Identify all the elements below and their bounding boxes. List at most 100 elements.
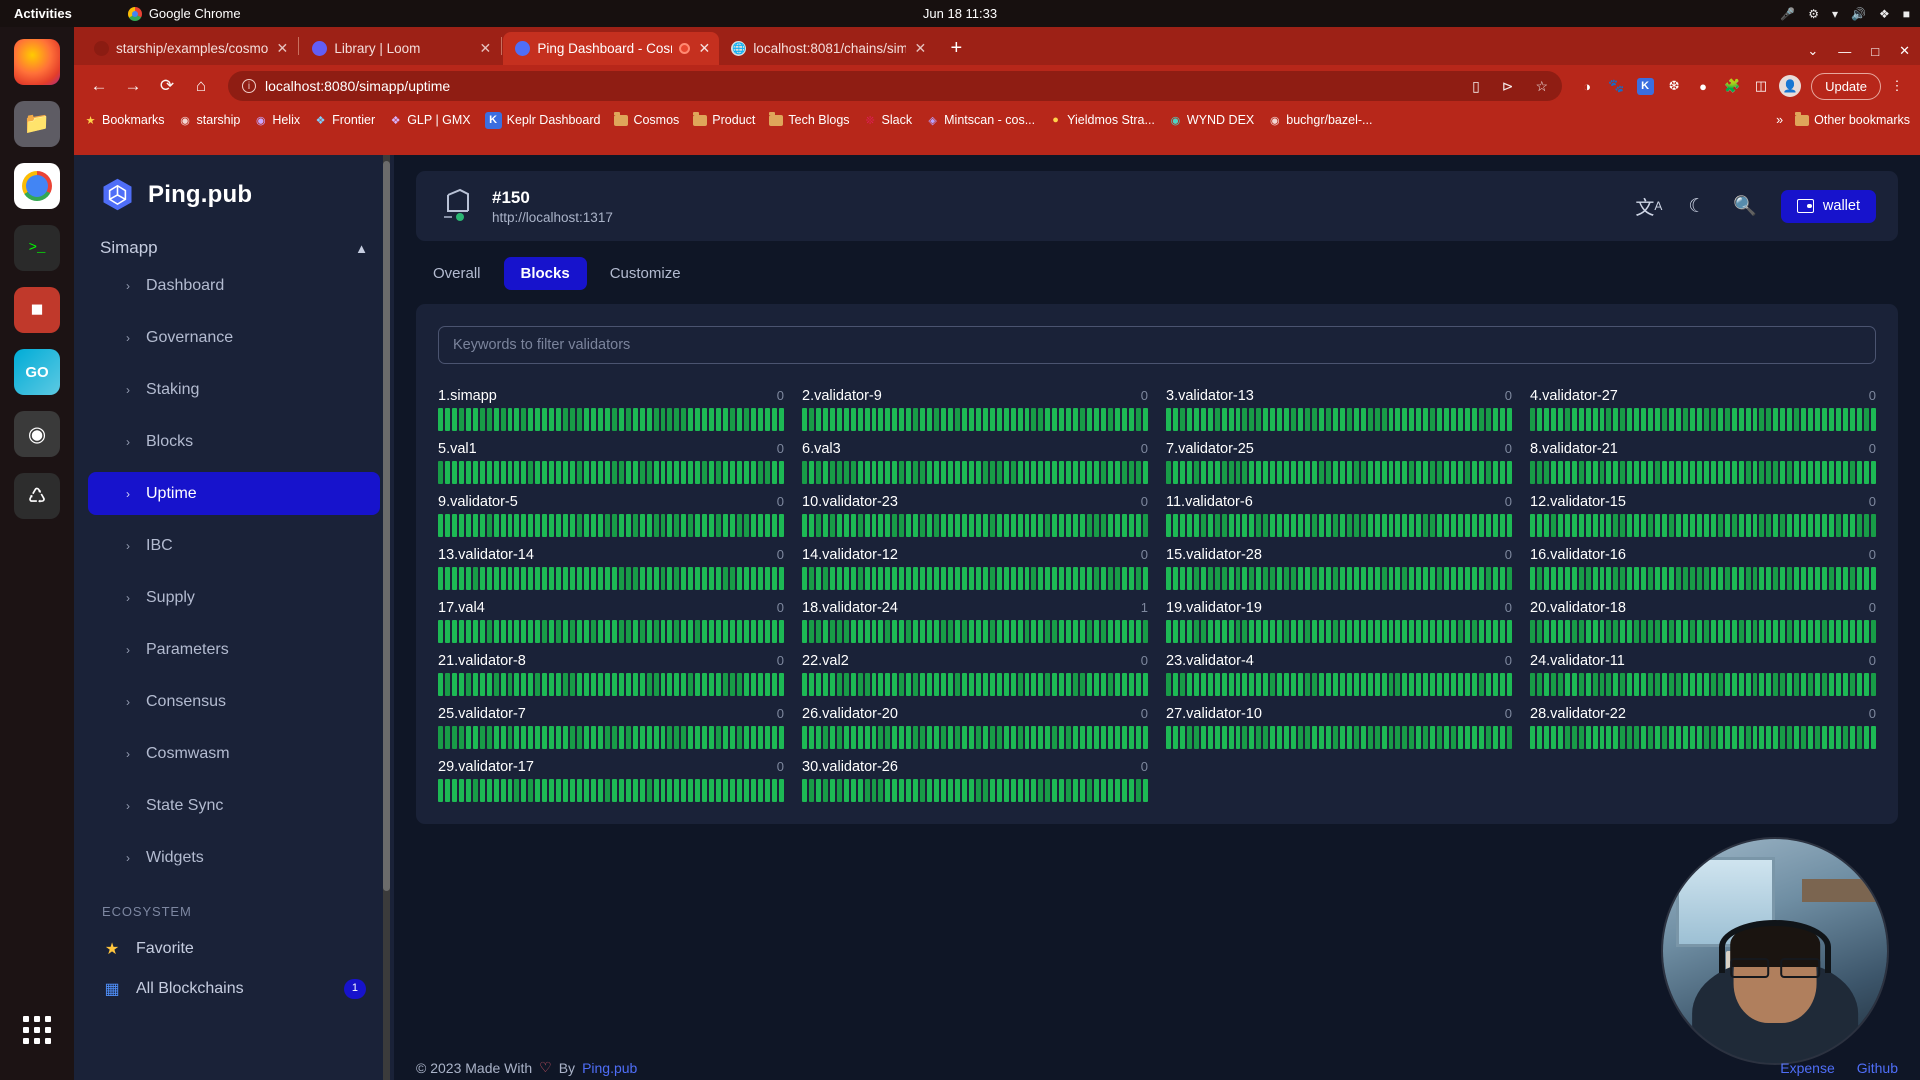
uptime-block[interactable] bbox=[1849, 620, 1855, 643]
uptime-block[interactable] bbox=[961, 567, 967, 590]
uptime-block[interactable] bbox=[528, 620, 534, 643]
uptime-block[interactable] bbox=[1606, 408, 1612, 431]
uptime-block[interactable] bbox=[750, 620, 756, 643]
uptime-block[interactable] bbox=[1388, 461, 1394, 484]
uptime-block[interactable] bbox=[465, 408, 471, 431]
uptime-block[interactable] bbox=[695, 461, 701, 484]
uptime-block[interactable] bbox=[1613, 673, 1619, 696]
uptime-block[interactable] bbox=[982, 567, 988, 590]
uptime-block[interactable] bbox=[1731, 461, 1737, 484]
uptime-block[interactable] bbox=[1641, 673, 1647, 696]
uptime-block[interactable] bbox=[458, 779, 464, 802]
uptime-block[interactable] bbox=[1242, 567, 1248, 590]
uptime-block[interactable] bbox=[500, 567, 506, 590]
uptime-block[interactable] bbox=[1179, 514, 1185, 537]
uptime-block[interactable] bbox=[1578, 673, 1584, 696]
uptime-block[interactable] bbox=[913, 461, 919, 484]
uptime-block[interactable] bbox=[1107, 408, 1113, 431]
uptime-block[interactable] bbox=[1256, 567, 1262, 590]
validator-cell[interactable]: 26.validator-20 0 bbox=[802, 696, 1148, 749]
uptime-block[interactable] bbox=[1235, 408, 1241, 431]
uptime-block[interactable] bbox=[1263, 408, 1269, 431]
uptime-block[interactable] bbox=[1731, 408, 1737, 431]
uptime-block[interactable] bbox=[528, 408, 534, 431]
uptime-block[interactable] bbox=[1571, 514, 1577, 537]
uptime-block[interactable] bbox=[1031, 408, 1037, 431]
uptime-block[interactable] bbox=[507, 408, 513, 431]
uptime-block[interactable] bbox=[1017, 779, 1023, 802]
uptime-block[interactable] bbox=[1010, 779, 1016, 802]
uptime-block[interactable] bbox=[1752, 461, 1758, 484]
uptime-block[interactable] bbox=[1752, 620, 1758, 643]
uptime-block[interactable] bbox=[1696, 514, 1702, 537]
uptime-block[interactable] bbox=[1031, 726, 1037, 749]
uptime-block[interactable] bbox=[1676, 673, 1681, 696]
uptime-block[interactable] bbox=[1478, 726, 1484, 749]
uptime-block[interactable] bbox=[1166, 673, 1171, 696]
uptime-block[interactable] bbox=[1346, 620, 1352, 643]
uptime-block[interactable] bbox=[1676, 408, 1681, 431]
uptime-block[interactable] bbox=[975, 408, 981, 431]
uptime-block[interactable] bbox=[1270, 514, 1276, 537]
extension-orange-icon[interactable]: 🐾 bbox=[1603, 73, 1629, 99]
uptime-block[interactable] bbox=[1655, 673, 1661, 696]
uptime-block[interactable] bbox=[1270, 673, 1276, 696]
uptime-block[interactable] bbox=[1277, 461, 1283, 484]
uptime-block[interactable] bbox=[1648, 620, 1654, 643]
uptime-block[interactable] bbox=[1142, 461, 1148, 484]
uptime-block[interactable] bbox=[451, 726, 457, 749]
uptime-block[interactable] bbox=[1731, 567, 1737, 590]
uptime-block[interactable] bbox=[864, 779, 870, 802]
uptime-block[interactable] bbox=[941, 779, 947, 802]
uptime-block[interactable] bbox=[1787, 514, 1793, 537]
app-brand[interactable]: Ping.pub bbox=[88, 155, 380, 220]
uptime-block[interactable] bbox=[1641, 408, 1647, 431]
uptime-block[interactable] bbox=[1135, 567, 1141, 590]
uptime-block[interactable] bbox=[1648, 408, 1654, 431]
uptime-block[interactable] bbox=[1017, 673, 1023, 696]
uptime-block[interactable] bbox=[1256, 726, 1262, 749]
uptime-block[interactable] bbox=[1543, 514, 1549, 537]
uptime-block[interactable] bbox=[1325, 408, 1331, 431]
dock-chrome-icon[interactable] bbox=[14, 163, 60, 209]
uptime-block[interactable] bbox=[899, 673, 905, 696]
uptime-block[interactable] bbox=[1620, 620, 1626, 643]
uptime-block[interactable] bbox=[577, 779, 583, 802]
uptime-block[interactable] bbox=[764, 726, 770, 749]
uptime-block[interactable] bbox=[702, 726, 708, 749]
uptime-block[interactable] bbox=[1107, 461, 1113, 484]
uptime-block[interactable] bbox=[570, 726, 576, 749]
uptime-block[interactable] bbox=[1052, 779, 1058, 802]
uptime-block[interactable] bbox=[1066, 779, 1072, 802]
uptime-block[interactable] bbox=[1135, 726, 1141, 749]
uptime-block[interactable] bbox=[864, 514, 870, 537]
uptime-block[interactable] bbox=[1263, 673, 1269, 696]
bookmark-star-icon[interactable]: ☆ bbox=[1536, 78, 1549, 95]
uptime-block[interactable] bbox=[1142, 514, 1148, 537]
uptime-block[interactable] bbox=[556, 779, 562, 802]
uptime-block[interactable] bbox=[1080, 673, 1086, 696]
uptime-block[interactable] bbox=[535, 779, 541, 802]
uptime-block[interactable] bbox=[927, 408, 933, 431]
uptime-block[interactable] bbox=[590, 620, 596, 643]
uptime-block[interactable] bbox=[1031, 514, 1037, 537]
uptime-block[interactable] bbox=[653, 408, 659, 431]
uptime-block[interactable] bbox=[542, 673, 548, 696]
uptime-block[interactable] bbox=[604, 567, 610, 590]
uptime-block[interactable] bbox=[1059, 779, 1065, 802]
uptime-block[interactable] bbox=[892, 461, 898, 484]
uptime-block[interactable] bbox=[1221, 620, 1227, 643]
uptime-block[interactable] bbox=[1367, 567, 1373, 590]
uptime-block[interactable] bbox=[948, 726, 953, 749]
uptime-block[interactable] bbox=[1815, 673, 1821, 696]
uptime-block[interactable] bbox=[857, 620, 863, 643]
uptime-block[interactable] bbox=[1080, 461, 1086, 484]
uptime-block[interactable] bbox=[1689, 514, 1695, 537]
uptime-block[interactable] bbox=[1682, 673, 1688, 696]
validator-cell[interactable]: 4.validator-27 0 bbox=[1530, 378, 1876, 431]
uptime-block[interactable] bbox=[1367, 408, 1373, 431]
uptime-block[interactable] bbox=[1228, 461, 1234, 484]
uptime-block[interactable] bbox=[493, 567, 499, 590]
uptime-block[interactable] bbox=[1696, 726, 1702, 749]
uptime-block[interactable] bbox=[829, 673, 835, 696]
